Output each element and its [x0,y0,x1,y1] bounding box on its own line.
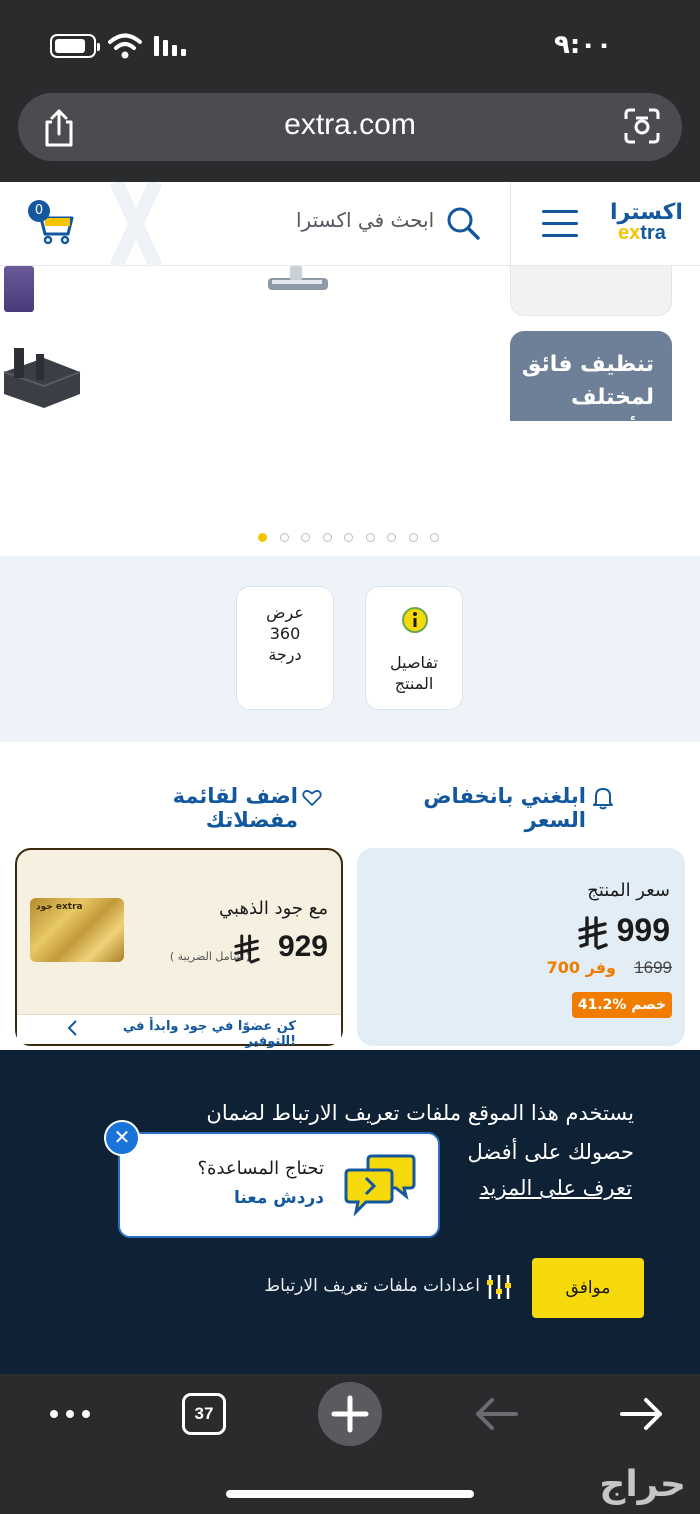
old-price: 1699 [634,958,672,977]
signal-icon [154,36,186,56]
vacuum-head-image [268,266,328,290]
page-scan-icon[interactable] [622,106,662,146]
charging-dock-image [3,348,81,408]
bell-icon[interactable] [592,786,614,810]
carousel-dot[interactable] [365,533,375,542]
carousel-dot[interactable] [430,533,439,542]
slide-card-top[interactable] [510,266,672,316]
carousel-dot[interactable] [301,533,310,542]
chat-bubbles-icon[interactable] [344,1150,416,1218]
logo-english[interactable]: extra [618,222,666,245]
close-chat-button[interactable]: ✕ [104,1120,140,1156]
view-360-label: عرض 360 درجة [236,602,334,665]
carousel-dot[interactable] [408,533,418,542]
view-360-line: 360 [269,624,301,643]
search-input[interactable]: ابحث في اكسترا [296,208,434,232]
carousel-dot[interactable] [344,533,353,542]
haraj-watermark: حراج [599,1464,686,1505]
carousel-dot[interactable] [322,533,332,542]
jood-gold-title: مع جود الذهبي [219,898,328,919]
status-time: ٩:٠٠ [553,30,612,60]
hamburger-menu-icon[interactable] [542,210,578,238]
new-tab-button[interactable] [318,1382,382,1446]
join-jood-link[interactable]: كن عضوًا في جود وابدأ في التوفير! [80,1019,296,1049]
learn-more-link[interactable]: تعرف على المزيد [440,1176,633,1200]
product-thumbnail-partial[interactable] [4,266,34,312]
discount-badge: 41.2% خصم [572,992,672,1018]
url-text[interactable]: extra.com [0,108,700,142]
view-360-line: درجة [268,645,302,664]
cart-count-badge: 0 [28,200,50,222]
accept-cookies-button[interactable]: موافق [532,1258,644,1318]
product-details-line: المنتج [394,674,434,693]
carousel-pagination[interactable] [258,527,452,542]
jood-gold-card-image: جود extra [30,898,124,962]
logo-en-suffix: tra [640,222,666,244]
share-icon[interactable] [40,108,78,148]
chat-title: تحتاج المساعدة؟ [197,1158,325,1179]
carousel-dot[interactable] [279,533,289,542]
forward-arrow-icon[interactable] [618,1394,666,1434]
header-x-watermark [109,182,163,266]
cookie-settings-link[interactable]: اعدادات ملفات تعريف الارتباط [228,1276,480,1296]
price-drop-alert-link[interactable]: ابلغني بانخفاض السعر [356,784,586,832]
view-360-line: عرض [266,603,304,622]
tax-included-note: ( شامل الضريبة ) [169,950,250,963]
product-details-line: تفاصيل [390,653,438,672]
riyal-currency-icon [578,916,608,950]
carousel-dot[interactable] [258,533,267,542]
price-label: سعر المنتج [587,880,670,901]
card-logo: جود extra [36,902,83,912]
back-arrow-icon[interactable] [472,1394,520,1434]
battery-icon [50,34,100,58]
heart-icon[interactable] [302,789,322,807]
search-icon[interactable] [444,204,482,242]
current-price: 999 [616,912,670,948]
home-indicator [226,1490,474,1498]
promo-text: تنظيف فائق لمختلف الأسطح [521,352,654,420]
chevron-left-icon[interactable] [66,1019,80,1037]
tab-count-button[interactable]: 37 [182,1393,226,1435]
wifi-icon [108,33,142,59]
logo-en-prefix: ex [618,222,641,244]
sliders-icon[interactable] [484,1272,514,1302]
add-to-wishlist-link[interactable]: اضف لقائمة مفضلاتك [80,784,298,832]
carousel-dot[interactable] [387,533,396,542]
savings-text: وفر 700 [546,958,616,977]
more-icon[interactable] [46,1402,94,1426]
feature-band [0,556,700,742]
info-icon [402,607,428,633]
product-details-label: تفاصيل المنتج [365,652,463,694]
chat-with-us-link[interactable]: دردش معنا [140,1188,324,1208]
jood-gold-price: 929 [277,930,328,963]
plus-icon [331,1395,369,1433]
